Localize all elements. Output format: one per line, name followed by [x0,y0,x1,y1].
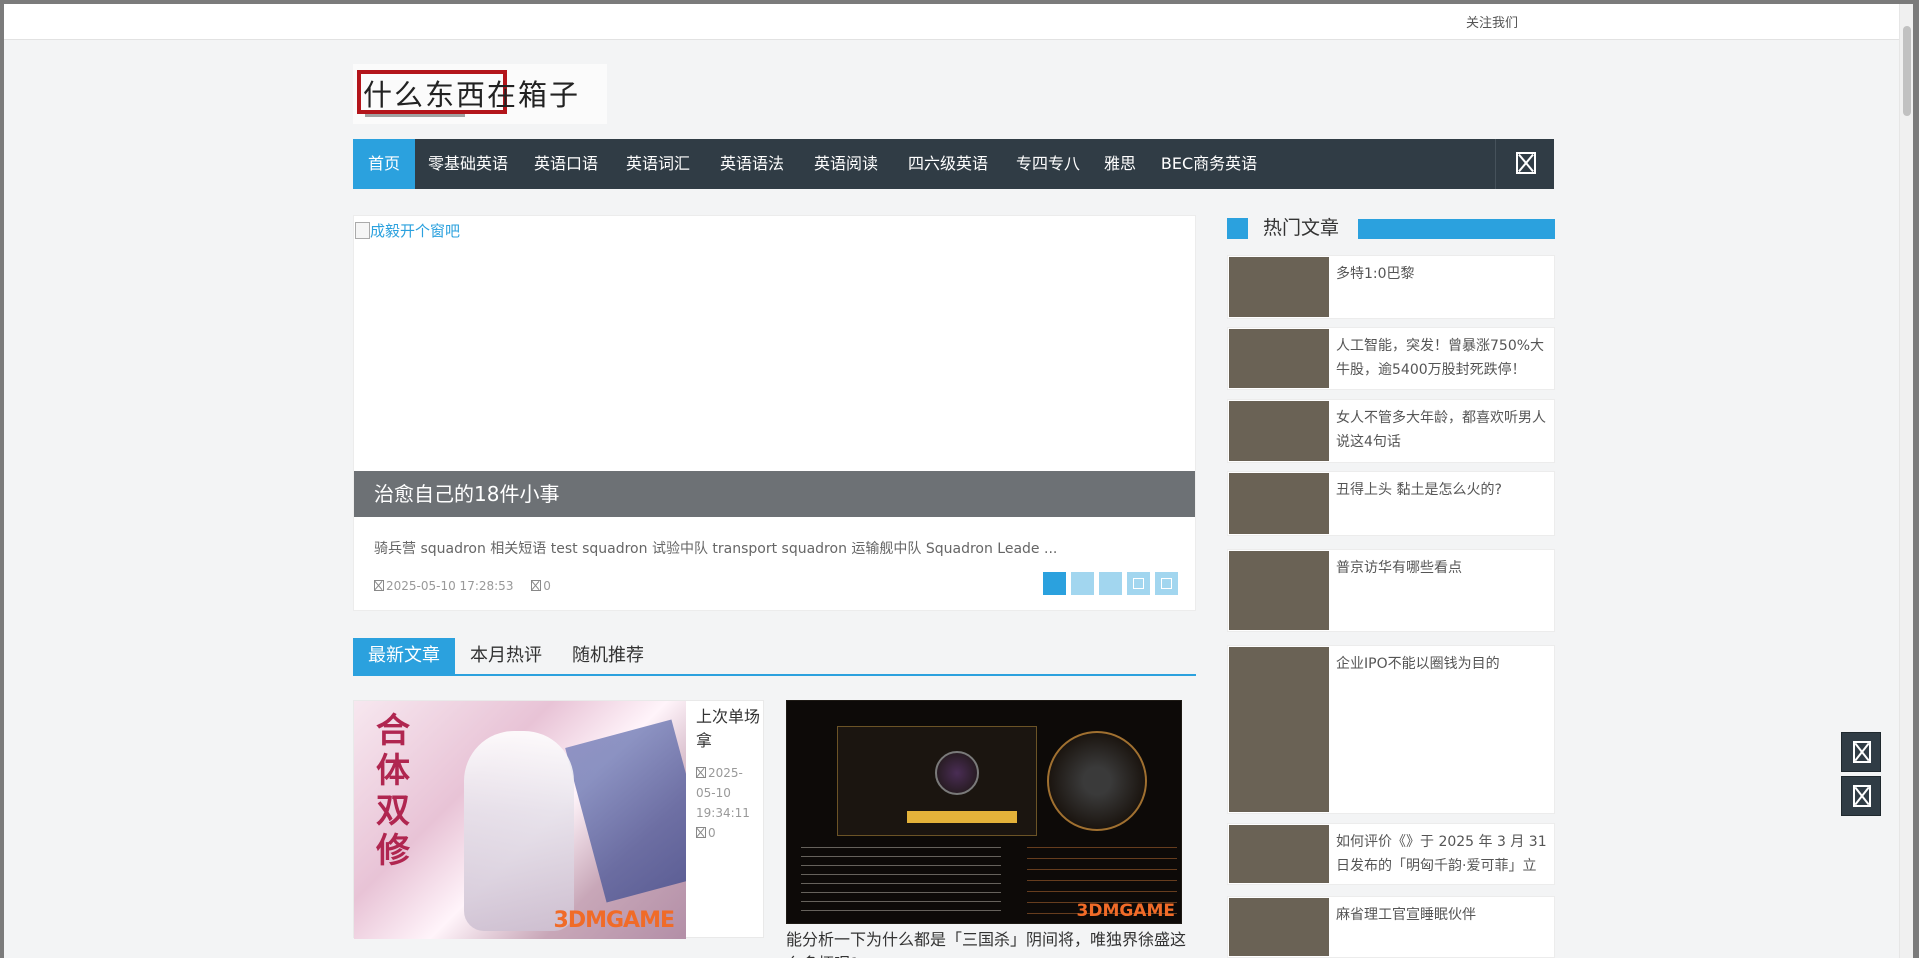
slider-caption[interactable]: 治愈自己的18件小事 [354,471,1195,517]
clock-icon [374,580,384,591]
page-scrollbar[interactable] [1899,4,1913,958]
post-thumbnail[interactable]: 3DMGAME [786,700,1182,924]
nav-item-reading[interactable]: 英语阅读 [799,139,893,189]
thumb-character [464,731,574,931]
hot-article-title[interactable]: 麻省理工官宣睡眠伙伴 [1336,903,1548,927]
thumb-panel [565,719,686,903]
sidebar-header-square [1227,218,1248,239]
scrollbar-thumb[interactable] [1903,26,1911,116]
hot-article-thumb[interactable] [1229,257,1329,317]
site-logo[interactable]: 什么东西在箱子 [353,64,607,124]
sidebar-header: 热门文章 [1227,215,1555,241]
hot-article-thumb[interactable] [1229,329,1329,388]
hot-article-item[interactable]: 丑得上头 黏土是怎么火的? [1227,471,1555,536]
hot-article-thumb[interactable] [1229,551,1329,630]
thumb-text-lines [801,839,1001,919]
main-nav: 首页 零基础英语 英语口语 英语词汇 英语语法 英语阅读 四六级英语 专四专八 … [353,139,1554,189]
slider-dot-3[interactable] [1099,572,1122,595]
slider-dot-4[interactable] [1127,572,1150,595]
post-date: 2025-05-10 19:34:11 [696,763,760,823]
nav-divider [1495,139,1496,189]
post-title[interactable]: 上次单场拿 [696,705,760,753]
hot-article-item[interactable]: 人工智能，突发！曾暴涨750%大牛股，逾5400万股封死跌停！ [1227,327,1555,390]
post-info: 上次单场拿 2025-05-10 19:34:11 0 [696,705,760,843]
post-comments: 0 [696,823,760,843]
post-list: 合体双修 3DMGAME 上次单场拿 2025-05-10 19:34:11 0… [353,700,1196,958]
thumb-watermark: 3DMGAME [1076,901,1176,921]
nav-item-grammar[interactable]: 英语语法 [705,139,799,189]
featured-slider: 成毅开个窗吧 治愈自己的18件小事 骑兵营 squadron 相关短语 test… [353,215,1196,611]
nav-item-home[interactable]: 首页 [353,139,415,189]
hot-article-title[interactable]: 女人不管多大年龄，都喜欢听男人说这4句话 [1336,406,1548,454]
share-button[interactable] [1841,732,1881,772]
post-card[interactable]: 合体双修 3DMGAME 上次单场拿 2025-05-10 19:34:11 0 [353,700,764,939]
hot-article-thumb[interactable] [1229,473,1329,534]
hot-article-item[interactable]: 麻省理工官宣睡眠伙伴 [1227,896,1555,958]
hot-article-thumb[interactable] [1229,898,1329,956]
sidebar-title: 热门文章 [1263,217,1340,239]
hot-article-item[interactable]: 多特1:0巴黎 [1227,255,1555,319]
hot-article-title[interactable]: 普京访华有哪些看点 [1336,556,1548,580]
post-meta: 2025-05-10 19:34:11 0 [696,763,760,843]
post-title[interactable]: 能分析一下为什么都是「三国杀」阴间将，唯独界徐盛这么多梗呢? [786,928,1196,958]
nav-item-beginner-english[interactable]: 零基础英语 [415,139,521,189]
slider-dot-2[interactable] [1071,572,1094,595]
hot-article-item[interactable]: 企业IPO不能以圈钱为目的 [1227,645,1555,814]
thumb-ring [935,751,979,795]
hot-article-title[interactable]: 多特1:0巴黎 [1336,262,1548,286]
page-viewport: 关注我们 什么东西在箱子 首页 零基础英语 英语口语 英语词汇 英语语法 英语阅… [4,4,1913,958]
sidebar: 热门文章 多特1:0巴黎 人工智能，突发！曾暴涨750%大牛股，逾5400万股封… [1227,215,1555,958]
hot-article-item[interactable]: 普京访华有哪些看点 [1227,549,1555,632]
hot-article-thumb[interactable] [1229,401,1329,461]
thumb-watermark: 3DMGAME [553,908,675,933]
nav-item-cet[interactable]: 四六级英语 [893,139,1003,189]
nav-item-vocabulary[interactable]: 英语词汇 [611,139,705,189]
hot-article-item[interactable]: 如何评价《》于 2025 年 3 月 31 日发布的「明匈千韵·爱可菲」立 [1227,823,1555,885]
slider-dot-1[interactable] [1043,572,1066,595]
slider-comments: 0 [531,579,551,593]
comment-icon [531,580,542,591]
thumb-hex-wheel [1047,731,1147,831]
slider-meta: 2025-05-10 17:28:53 0 [374,579,565,593]
thumb-button-bar [907,811,1017,823]
comment-icon [696,827,706,838]
hot-article-title[interactable]: 丑得上头 黏土是怎么火的? [1336,478,1548,502]
nav-item-ielts[interactable]: 雅思 [1093,139,1147,189]
article-tabs: 最新文章 本月热评 随机推荐 [353,638,1196,676]
slider-dot-5[interactable] [1155,572,1178,595]
hot-article-thumb[interactable] [1229,647,1329,812]
post-comments-count: 0 [708,826,716,840]
slider-date-text: 2025-05-10 17:28:53 [386,579,514,593]
thumb-art-title: 合体双修 [376,711,410,871]
slider-excerpt: 骑兵营 squadron 相关短语 test squadron 试验中队 tra… [374,541,1058,557]
logo-subtext [365,114,465,124]
slider-pagination [1038,572,1178,595]
sidebar-header-bar [1358,219,1555,239]
hot-article-thumb[interactable] [1229,825,1329,883]
logo-text: 什么东西在箱子 [363,78,581,112]
hot-article-title[interactable]: 如何评价《》于 2025 年 3 月 31 日发布的「明匈千韵·爱可菲」立 [1336,830,1548,878]
hot-article-title[interactable]: 人工智能，突发！曾暴涨750%大牛股，逾5400万股封死跌停！ [1336,334,1548,382]
slider-image-broken[interactable]: 成毅开个窗吧 [354,220,460,241]
hot-article-item[interactable]: 女人不管多大年龄，都喜欢听男人说这4句话 [1227,399,1555,463]
hot-article-title[interactable]: 企业IPO不能以圈钱为目的 [1336,652,1548,676]
tab-monthly-hot[interactable]: 本月热评 [455,638,557,674]
top-bar: 关注我们 [4,4,1900,40]
slider-date: 2025-05-10 17:28:53 [374,579,513,593]
share-icon [1853,741,1871,763]
follow-us-link[interactable]: 关注我们 [1466,12,1518,31]
nav-item-spoken-english[interactable]: 英语口语 [521,139,611,189]
nav-item-bec[interactable]: BEC商务英语 [1147,139,1271,189]
nav-item-tem[interactable]: 专四专八 [1003,139,1093,189]
post-thumbnail[interactable]: 合体双修 3DMGAME [354,701,686,939]
tab-latest[interactable]: 最新文章 [353,638,455,674]
back-to-top-button[interactable] [1841,776,1881,816]
back-to-top-icon [1853,785,1871,807]
clock-icon [696,767,706,778]
search-icon[interactable] [1516,152,1536,174]
slider-comments-count: 0 [543,579,551,593]
tab-random[interactable]: 随机推荐 [557,638,659,674]
post-card[interactable]: 3DMGAME 能分析一下为什么都是「三国杀」阴间将，唯独界徐盛这么多梗呢? [786,700,1196,958]
